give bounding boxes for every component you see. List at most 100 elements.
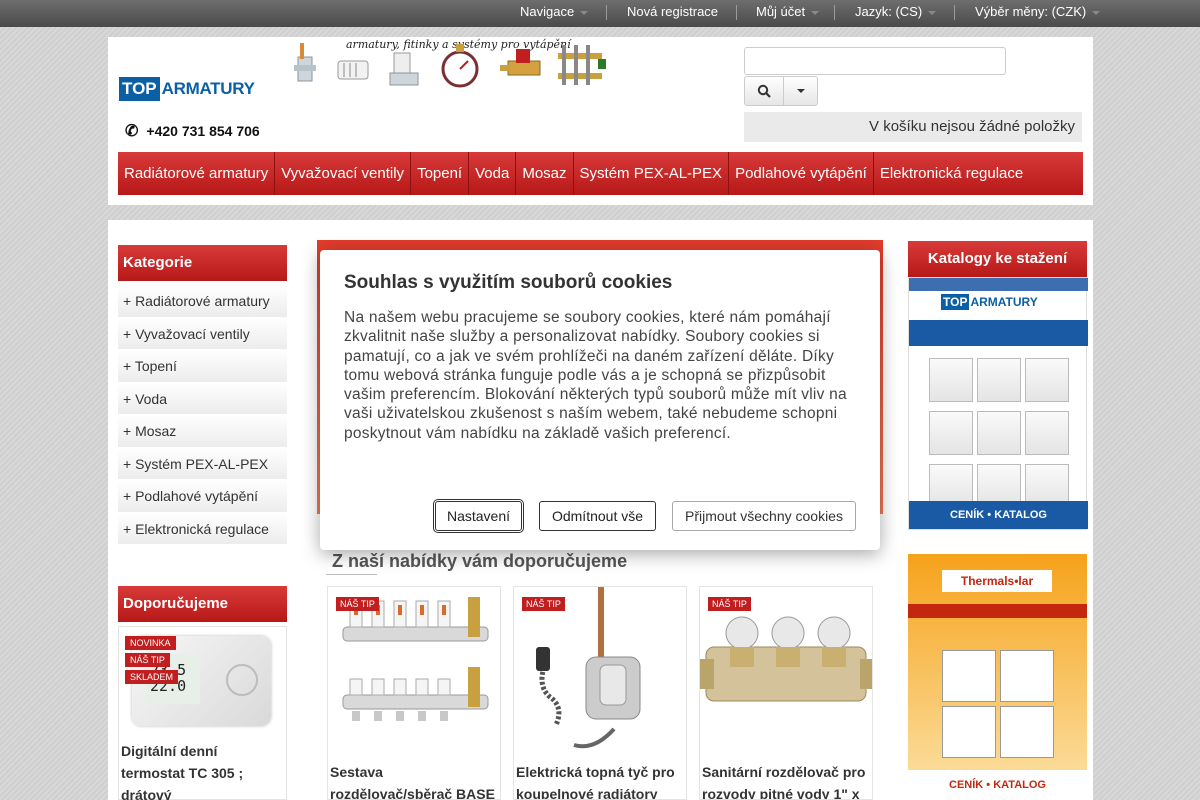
- catalog-thumbnail: [977, 411, 1021, 455]
- phone-number: +420 731 854 706: [146, 123, 260, 139]
- topbar-register[interactable]: Nová registrace: [627, 0, 718, 27]
- cookie-reject-all-button[interactable]: Odmítnout vše: [539, 501, 656, 531]
- cookie-dialog-title: Souhlas s využitím souborů cookies: [344, 272, 673, 293]
- catalog-thumbnail: [1000, 706, 1054, 758]
- chevron-down-icon: [928, 10, 937, 15]
- category-item[interactable]: + Topení: [118, 350, 287, 383]
- manifold-icon: [558, 45, 606, 85]
- cart-summary[interactable]: V košíku nejsou žádné položky: [744, 112, 1082, 142]
- product-card[interactable]: NÁŠ TIP Sestava rozdělovač/sběrač BASE: [327, 586, 501, 800]
- catalog-thumbnail: [1025, 358, 1069, 402]
- category-item[interactable]: + Podlahové vytápění: [118, 480, 287, 513]
- search-icon: [757, 84, 771, 98]
- nav-water[interactable]: Voda: [469, 152, 517, 195]
- chevron-down-icon: [1092, 10, 1101, 15]
- nav-brass[interactable]: Mosaz: [516, 152, 574, 195]
- gauge-icon: [441, 44, 479, 88]
- category-item[interactable]: + Mosaz: [118, 415, 287, 448]
- phone-icon: ✆: [125, 123, 139, 140]
- nav-pex-al-pex[interactable]: Systém PEX-AL-PEX: [574, 152, 730, 195]
- main-navigation: Radiátorové armatury Vyvažovací ventily …: [118, 152, 1083, 195]
- product-title[interactable]: Sanitární rozdělovač pro rozvody pitné v…: [702, 761, 872, 799]
- logo-text: ARMATURY: [161, 79, 255, 98]
- search-options-dropdown[interactable]: [784, 77, 817, 105]
- catalog-footer: CENÍK • KATALOG: [908, 770, 1087, 800]
- product-card[interactable]: NÁŠ TIP Sanitární rozdělovač pro rozvody…: [699, 586, 873, 800]
- chevron-down-icon: [580, 10, 589, 15]
- divider: [606, 5, 607, 20]
- topbar-navigation-label: Navigace: [520, 4, 575, 19]
- heating-rod-image: [536, 587, 641, 749]
- topbar-currency-label: Výběr měny: (CZK): [975, 4, 1087, 19]
- catalog-thumbnail: [942, 650, 996, 702]
- catalog-thumbnail: [929, 358, 973, 402]
- cookie-settings-button[interactable]: Nastavení: [433, 499, 524, 533]
- divider: [954, 5, 955, 20]
- catalog-thermosolar[interactable]: Thermals•lar CENÍK • KATALOG: [908, 554, 1087, 800]
- catalog-brand: Thermals•lar: [942, 570, 1052, 592]
- logo-top: TOP: [941, 294, 970, 310]
- category-item[interactable]: + Elektronická regulace: [118, 512, 287, 545]
- search-button[interactable]: [745, 77, 784, 105]
- catalog-footer: CENÍK • KATALOG: [909, 501, 1088, 529]
- badge-new: NOVINKA: [125, 636, 176, 650]
- thermostat-knob: [226, 664, 258, 696]
- topbar-account-label: Můj účet: [756, 4, 806, 19]
- catalog-top-armatury[interactable]: TOP ARMATURY CENÍK • KATALOG: [908, 277, 1088, 530]
- thermostat-head-icon: [337, 60, 369, 80]
- nav-balancing-valves[interactable]: Vyvažovací ventily: [275, 152, 412, 195]
- catalog-thumbnail: [1000, 650, 1054, 702]
- search-button-group: [744, 76, 818, 106]
- products-banner-image: [294, 43, 606, 88]
- nav-electronic-regulation[interactable]: Elektronická regulace: [874, 152, 1029, 195]
- badge-tip: NÁŠ TIP: [522, 597, 565, 611]
- radiator-valve-icon: [389, 52, 419, 86]
- catalog-logo: TOP ARMATURY: [941, 294, 1038, 310]
- product-title[interactable]: Sestava rozdělovač/sběrač BASE: [330, 761, 500, 799]
- divider: [736, 5, 737, 20]
- catalog-product-grid: [927, 356, 1071, 515]
- topbar-currency[interactable]: Výběr měny: (CZK): [975, 0, 1101, 27]
- logo-top: TOP: [119, 77, 160, 101]
- cookie-accept-all-button[interactable]: Přijmout všechny cookies: [672, 501, 856, 531]
- badge-tip: NÁŠ TIP: [125, 653, 170, 667]
- topbar-language[interactable]: Jazyk: (CS): [855, 0, 937, 27]
- nav-heating[interactable]: Topení: [411, 152, 470, 195]
- product-card[interactable]: NÁŠ TIP Elektrická topná tyč pro koupeln…: [513, 586, 687, 800]
- badge-tip: NÁŠ TIP: [336, 597, 379, 611]
- category-item[interactable]: + Vyvažovací ventily: [118, 317, 287, 350]
- logo-text: ARMATURY: [970, 295, 1038, 309]
- safety-valve-icon: [500, 49, 541, 76]
- recommend-section-title: Z naší nabídky vám doporučujeme: [332, 551, 628, 571]
- category-item[interactable]: + Voda: [118, 382, 287, 415]
- product-badges: NOVINKA NÁŠ TIP SKLADEM: [125, 636, 179, 687]
- product-title[interactable]: Elektrická topná tyč pro koupelnové radi…: [516, 761, 686, 799]
- sanitary-manifold-image: [700, 616, 872, 702]
- divider: [834, 5, 835, 20]
- nav-radiator-valves[interactable]: Radiátorové armatury: [118, 152, 276, 195]
- divider: [326, 574, 377, 575]
- site-logo[interactable]: TOP ARMATURY: [119, 77, 277, 101]
- category-item[interactable]: + Radiátorové armatury: [118, 285, 287, 318]
- topbar-account[interactable]: Můj účet: [756, 0, 820, 27]
- chevron-down-icon: [811, 10, 820, 15]
- catalog-thumbnail: [942, 706, 996, 758]
- badge-in-stock: SKLADEM: [125, 670, 179, 684]
- recommend-product-title[interactable]: Digitální denní termostat TC 305 ; dráto…: [121, 740, 281, 800]
- catalog-thumbnail: [929, 411, 973, 455]
- cookie-consent-dialog: Souhlas s využitím souborů cookies Na na…: [320, 250, 880, 550]
- category-item[interactable]: + Systém PEX-AL-PEX: [118, 447, 287, 480]
- top-bar: Navigace Nová registrace Můj účet Jazyk:…: [0, 0, 1200, 27]
- nav-floor-heating[interactable]: Podlahové vytápění: [729, 152, 874, 195]
- catalog-thumbnail: [1025, 411, 1069, 455]
- catalog-strip: [909, 278, 1088, 291]
- badge-tip: NÁŠ TIP: [708, 597, 751, 611]
- catalog-subtitle-strip: [909, 320, 1088, 346]
- search-input[interactable]: [744, 47, 1006, 75]
- topbar-navigation[interactable]: Navigace: [520, 0, 589, 27]
- valve-icon: [294, 43, 316, 82]
- catalog-thumbnail: [977, 358, 1021, 402]
- phone-contact: ✆ +420 731 854 706: [125, 121, 260, 141]
- category-list: + Radiátorové armatury + Vyvažovací vent…: [118, 285, 287, 545]
- header: TOP ARMATURY armatury, fitinky a systémy…: [108, 37, 1093, 205]
